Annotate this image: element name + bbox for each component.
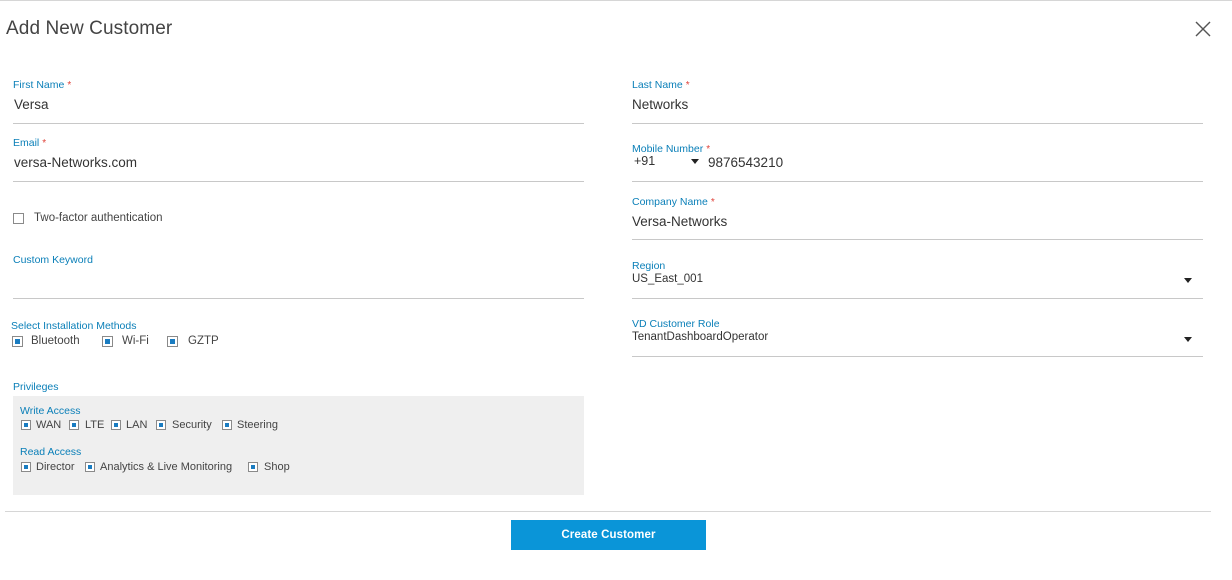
gztp-checkbox[interactable] bbox=[167, 336, 178, 347]
read-shop-label: Shop bbox=[264, 461, 290, 473]
write-lan-checkbox[interactable] bbox=[111, 420, 121, 430]
chevron-down-icon[interactable] bbox=[1184, 278, 1192, 283]
close-button[interactable] bbox=[1193, 19, 1213, 39]
bluetooth-checkbox[interactable] bbox=[12, 336, 23, 347]
write-lte-label: LTE bbox=[85, 419, 105, 431]
region-select[interactable]: US_East_001 bbox=[632, 273, 703, 285]
required-marker: * bbox=[67, 80, 72, 91]
email-label-text: Email bbox=[13, 137, 40, 149]
dialog-top-border bbox=[0, 0, 1232, 1]
dialog-title: Add New Customer bbox=[6, 18, 173, 39]
custom-keyword-input[interactable] bbox=[14, 272, 574, 290]
read-access-label: Read Access bbox=[20, 446, 82, 458]
custom-keyword-label: Custom Keyword bbox=[13, 254, 93, 266]
footer-divider bbox=[5, 511, 1211, 512]
chevron-down-icon[interactable] bbox=[691, 159, 699, 164]
vd-customer-role-label: VD Customer Role bbox=[632, 318, 720, 330]
create-customer-button[interactable]: Create Customer bbox=[511, 520, 706, 550]
country-code-select[interactable]: +91 bbox=[634, 154, 655, 168]
region-label: Region bbox=[632, 260, 666, 272]
write-steering-label: Steering bbox=[237, 419, 278, 431]
first-name-label-text: First Name bbox=[13, 79, 65, 91]
first-name-input[interactable]: Versa bbox=[14, 97, 49, 112]
write-wan-label: WAN bbox=[36, 419, 62, 431]
email-input[interactable]: versa-Networks.com bbox=[14, 155, 137, 170]
installation-methods-label: Select Installation Methods bbox=[11, 320, 137, 332]
write-security-label: Security bbox=[172, 419, 212, 431]
email-label: Email * bbox=[13, 137, 46, 149]
close-icon[interactable] bbox=[1193, 19, 1213, 39]
required-marker: * bbox=[42, 138, 47, 149]
chevron-down-icon[interactable] bbox=[1184, 337, 1192, 342]
privileges-panel bbox=[13, 396, 584, 495]
read-director-checkbox[interactable] bbox=[21, 462, 31, 472]
required-marker: * bbox=[706, 144, 711, 155]
mobile-number-underline bbox=[632, 181, 1203, 182]
wifi-label: Wi-Fi bbox=[122, 335, 149, 347]
write-lte-checkbox[interactable] bbox=[69, 420, 79, 430]
vd-customer-role-select[interactable]: TenantDashboardOperator bbox=[632, 331, 768, 343]
write-lan-label: LAN bbox=[126, 419, 148, 431]
last-name-input[interactable]: Networks bbox=[632, 97, 688, 112]
two-factor-checkbox[interactable] bbox=[13, 213, 24, 224]
write-security-checkbox[interactable] bbox=[156, 420, 166, 430]
wifi-checkbox[interactable] bbox=[102, 336, 113, 347]
first-name-label: First Name * bbox=[13, 79, 71, 91]
mobile-number-input[interactable]: 9876543210 bbox=[708, 155, 783, 170]
last-name-label: Last Name * bbox=[632, 79, 690, 91]
last-name-underline bbox=[632, 123, 1203, 124]
vd-customer-role-underline bbox=[632, 356, 1203, 357]
company-name-label-text: Company Name bbox=[632, 196, 708, 208]
region-underline bbox=[632, 298, 1203, 299]
required-marker: * bbox=[710, 197, 715, 208]
gztp-label: GZTP bbox=[188, 335, 219, 347]
two-factor-label: Two-factor authentication bbox=[34, 212, 163, 224]
read-shop-checkbox[interactable] bbox=[248, 462, 258, 472]
last-name-label-text: Last Name bbox=[632, 79, 683, 91]
read-analytics-checkbox[interactable] bbox=[85, 462, 95, 472]
read-director-label: Director bbox=[36, 461, 75, 473]
privileges-label: Privileges bbox=[13, 381, 59, 393]
write-steering-checkbox[interactable] bbox=[222, 420, 232, 430]
email-underline bbox=[13, 181, 584, 182]
write-access-label: Write Access bbox=[20, 405, 81, 417]
company-name-input[interactable]: Versa-Networks bbox=[632, 214, 727, 229]
required-marker: * bbox=[685, 80, 690, 91]
company-name-underline bbox=[632, 239, 1203, 240]
bluetooth-label: Bluetooth bbox=[31, 335, 80, 347]
first-name-underline bbox=[13, 123, 584, 124]
custom-keyword-underline bbox=[13, 298, 584, 299]
company-name-label: Company Name * bbox=[632, 196, 715, 208]
read-analytics-label: Analytics & Live Monitoring bbox=[100, 461, 233, 473]
write-wan-checkbox[interactable] bbox=[21, 420, 31, 430]
